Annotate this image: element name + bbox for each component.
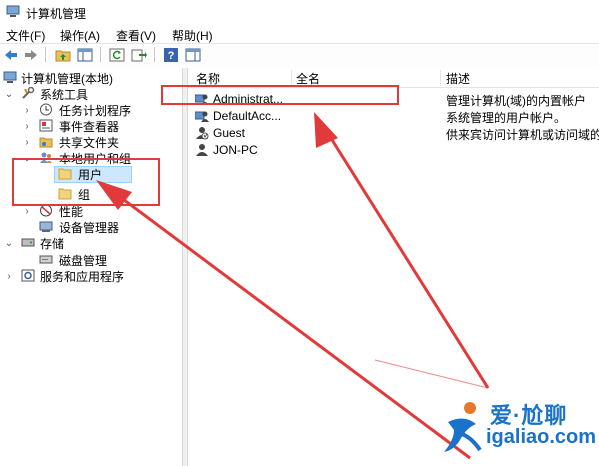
tree-item-computer-management[interactable]: 计算机管理(本地) xyxy=(0,70,182,86)
disabled-user-icon xyxy=(196,127,209,140)
window-title: 计算机管理 xyxy=(26,7,87,21)
annotation-box-users xyxy=(12,158,160,206)
computer-management-icon xyxy=(6,5,20,17)
shared-folder-icon xyxy=(39,137,53,148)
event-viewer-icon xyxy=(39,119,53,132)
svg-text:?: ? xyxy=(168,50,175,62)
back-icon[interactable] xyxy=(2,46,20,63)
refresh-icon[interactable] xyxy=(108,46,126,63)
table-row[interactable]: Guest 供来宾访问计算机或访问域的 xyxy=(188,125,599,142)
user-description: 管理计算机(域)的内置帐户 xyxy=(446,94,586,108)
menu-file[interactable]: 文件(F) xyxy=(6,27,45,44)
tree-label: 服务和应用程序 xyxy=(40,269,125,284)
toolbar-separator xyxy=(100,47,101,62)
tree-item-device-manager[interactable]: 设备管理器 xyxy=(0,219,182,235)
user-icon xyxy=(196,144,208,156)
tree-label: 共享文件夹 xyxy=(59,135,120,150)
tree-item-shared-folders[interactable]: › 共享文件夹 xyxy=(0,134,182,150)
user-description: 供来宾访问计算机或访问域的 xyxy=(446,128,599,142)
user-description: 系统管理的用户帐户。 xyxy=(446,111,567,125)
chevron-right-icon[interactable]: › xyxy=(22,121,32,132)
toolbar-separator xyxy=(45,47,46,62)
watermark-site: igaliao.com xyxy=(486,426,597,448)
tree-label: 存储 xyxy=(40,236,65,251)
disk-icon xyxy=(39,255,53,264)
tree-item-storage[interactable]: ⌄ 存储 xyxy=(0,235,182,251)
user-icon xyxy=(195,111,209,122)
help-icon[interactable]: ? xyxy=(162,46,180,63)
chevron-right-icon[interactable]: › xyxy=(4,271,14,282)
title-bar: 计算机管理 xyxy=(0,0,599,24)
tree-item-system-tools[interactable]: ⌄ 系统工具 xyxy=(0,86,182,102)
clock-icon xyxy=(40,103,52,116)
menu-action[interactable]: 操作(A) xyxy=(60,27,100,44)
device-manager-icon xyxy=(39,221,53,232)
tree-label: 磁盘管理 xyxy=(59,253,108,268)
computer-management-icon xyxy=(3,71,17,83)
chevron-down-icon[interactable]: ⌄ xyxy=(4,89,14,100)
tree-item-disk-management[interactable]: 磁盘管理 xyxy=(0,252,182,268)
services-icon xyxy=(21,269,35,282)
tools-icon xyxy=(22,87,35,99)
tree-label: 设备管理器 xyxy=(59,220,120,235)
tree-label: 系统工具 xyxy=(40,87,89,102)
user-name: Guest xyxy=(213,126,246,140)
table-row[interactable]: JON-PC xyxy=(188,142,599,158)
chevron-right-icon[interactable]: › xyxy=(22,105,32,116)
tree-item-services-apps[interactable]: › 服务和应用程序 xyxy=(0,268,182,284)
user-name: DefaultAcc... xyxy=(213,109,282,123)
tree-label: 事件查看器 xyxy=(59,119,120,134)
column-divider[interactable] xyxy=(440,70,441,86)
column-header-description[interactable]: 描述 xyxy=(446,70,470,87)
forward-icon[interactable] xyxy=(22,46,40,63)
chevron-right-icon[interactable]: › xyxy=(22,206,32,217)
watermark-logo: 爱·尬聊 igaliao.com xyxy=(438,396,598,462)
storage-icon xyxy=(21,238,35,247)
tree-label: 任务计划程序 xyxy=(59,103,132,118)
chevron-right-icon[interactable]: › xyxy=(22,137,32,148)
tree-item-event-viewer[interactable]: › 事件查看器 xyxy=(0,118,182,134)
tree-label: 计算机管理(本地) xyxy=(21,71,113,86)
menu-help[interactable]: 帮助(H) xyxy=(172,27,213,44)
show-action-pane-icon[interactable] xyxy=(184,46,202,63)
column-divider[interactable] xyxy=(291,70,292,86)
show-hide-tree-icon[interactable] xyxy=(76,46,94,63)
tree-item-task-scheduler[interactable]: › 任务计划程序 xyxy=(0,102,182,118)
toolbar-separator xyxy=(154,47,155,62)
menu-view[interactable]: 查看(V) xyxy=(116,27,156,44)
runner-logo-icon xyxy=(444,402,482,452)
user-name: JON-PC xyxy=(213,143,258,157)
annotation-box-administrator xyxy=(161,85,399,105)
export-list-icon[interactable] xyxy=(130,46,148,63)
chevron-down-icon[interactable]: ⌄ xyxy=(4,238,14,249)
table-row[interactable]: DefaultAcc... 系统管理的用户帐户。 xyxy=(188,108,599,125)
up-folder-icon[interactable] xyxy=(54,46,72,63)
